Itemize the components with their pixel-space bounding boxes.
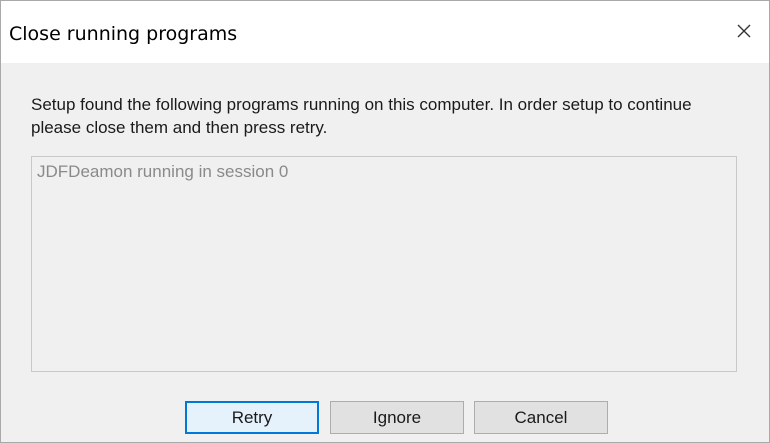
close-icon (737, 24, 751, 38)
list-item[interactable]: JDFDeamon running in session 0 (37, 162, 288, 182)
ignore-button[interactable]: Ignore (330, 401, 464, 434)
dialog-window: Close running programs Setup found the f… (0, 0, 770, 443)
cancel-button[interactable]: Cancel (474, 401, 608, 434)
dialog-message: Setup found the following programs runni… (31, 95, 692, 137)
retry-button[interactable]: Retry (185, 401, 319, 434)
dialog-title: Close running programs (9, 23, 238, 45)
close-button[interactable] (721, 11, 767, 51)
running-programs-list[interactable]: JDFDeamon running in session 0 (31, 156, 737, 372)
title-bar: Close running programs (1, 1, 769, 63)
